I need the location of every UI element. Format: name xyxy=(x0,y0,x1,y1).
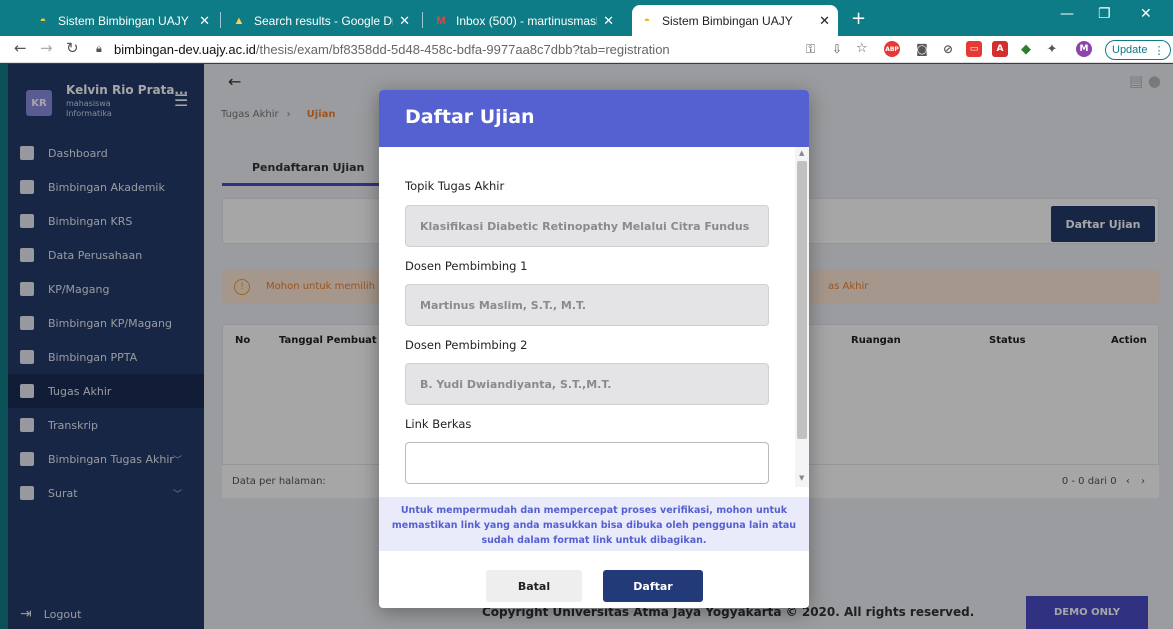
url-host: bimbingan-dev.uajy.ac.id xyxy=(114,42,256,57)
link-berkas-input[interactable] xyxy=(405,442,769,484)
topic-field: Klasifikasi Diabetic Retinopathy Melalui… xyxy=(405,205,769,247)
advisor1-label: Dosen Pembimbing 1 xyxy=(405,259,528,273)
tab-title: Inbox (500) - martinusmaslim122 xyxy=(456,13,598,28)
tab-title: Search results - Google Drive xyxy=(254,13,393,28)
topic-label: Topik Tugas Akhir xyxy=(405,179,505,193)
camera-icon[interactable]: ◙ xyxy=(914,41,930,57)
url-path: /thesis/exam/bf8358dd-5d48-458c-bdfa-997… xyxy=(255,42,670,57)
scrollbar-thumb[interactable] xyxy=(797,161,807,439)
close-window-button[interactable]: ✕ xyxy=(1140,6,1152,22)
block-icon[interactable]: ⊘ xyxy=(940,41,956,57)
new-tab-button[interactable]: + xyxy=(851,8,866,29)
profile-avatar[interactable]: M xyxy=(1076,41,1092,57)
browser-tab-bar: ◓ Sistem Bimbingan UAJY ✕ ▲ Search resul… xyxy=(0,0,1173,36)
link-label: Link Berkas xyxy=(405,417,472,431)
advisor2-field: B. Yudi Dwiandiyanta, S.T.,M.T. xyxy=(405,363,769,405)
advisor1-field: Martinus Maslim, S.T., M.T. xyxy=(405,284,769,326)
browser-tab[interactable]: ▲ Search results - Google Drive ✕ xyxy=(224,5,418,36)
lock-icon[interactable]: 🔒︎ xyxy=(96,42,102,56)
minimize-button[interactable]: — xyxy=(1060,6,1074,22)
modal-scrollbar[interactable]: ▲ ▼ xyxy=(795,147,809,487)
restore-button[interactable]: ❐ xyxy=(1098,6,1111,22)
browser-tab-active[interactable]: ◓ Sistem Bimbingan UAJY ✕ xyxy=(632,5,838,36)
address-bar[interactable]: bimbingan-dev.uajy.ac.id/thesis/exam/bf8… xyxy=(114,42,670,57)
advisor2-label: Dosen Pembimbing 2 xyxy=(405,338,528,352)
pdf-icon[interactable]: A xyxy=(992,41,1008,57)
key-icon[interactable]: ⚿ xyxy=(806,42,815,57)
star-icon[interactable]: ☆ xyxy=(856,41,868,56)
modal-title: Daftar Ujian xyxy=(405,106,535,128)
gmail-icon: M xyxy=(436,14,446,27)
tab-title: Sistem Bimbingan UAJY xyxy=(58,13,189,28)
extension-icon[interactable]: ◆ xyxy=(1018,41,1034,57)
close-tab-icon[interactable]: ✕ xyxy=(199,13,210,29)
submit-button[interactable]: Daftar xyxy=(603,570,703,602)
install-icon[interactable]: ⇩ xyxy=(832,42,842,56)
menu-dots-icon: ⋮ xyxy=(1153,44,1165,57)
back-arrow-icon[interactable]: ← xyxy=(14,39,27,57)
browser-tab[interactable]: M Inbox (500) - martinusmaslim122 ✕ xyxy=(426,5,622,36)
puzzle-icon[interactable]: ✦ xyxy=(1044,41,1060,57)
screen-icon[interactable]: ▭ xyxy=(966,41,982,57)
modal-body: Topik Tugas Akhir Klasifikasi Diabetic R… xyxy=(379,147,795,487)
close-tab-icon[interactable]: ✕ xyxy=(819,13,830,29)
site-favicon-icon: ◓ xyxy=(39,14,47,27)
update-button[interactable]: Update ⋮ xyxy=(1105,40,1172,60)
google-drive-icon: ▲ xyxy=(233,14,245,27)
close-tab-icon[interactable]: ✕ xyxy=(399,13,410,29)
daftar-ujian-modal: Daftar Ujian Topik Tugas Akhir Klasifika… xyxy=(379,90,809,608)
close-tab-icon[interactable]: ✕ xyxy=(603,13,614,29)
link-hint: Untuk mempermudah dan mempercepat proses… xyxy=(379,497,809,551)
forward-arrow-icon[interactable]: → xyxy=(40,39,53,57)
browser-toolbar: ← → ↻ 🔒︎ bimbingan-dev.uajy.ac.id/thesis… xyxy=(0,36,1173,63)
adblock-icon[interactable]: ABP xyxy=(884,41,900,57)
modal-header: Daftar Ujian xyxy=(379,90,809,147)
update-label: Update xyxy=(1112,44,1148,56)
site-favicon-icon: ◓ xyxy=(643,14,651,27)
reload-icon[interactable]: ↻ xyxy=(66,39,79,57)
scroll-down-icon[interactable]: ▼ xyxy=(799,474,804,482)
browser-tab[interactable]: ◓ Sistem Bimbingan UAJY ✕ xyxy=(28,5,218,36)
scroll-up-icon[interactable]: ▲ xyxy=(799,149,804,157)
cancel-button[interactable]: Batal xyxy=(486,570,582,602)
tab-title: Sistem Bimbingan UAJY xyxy=(662,13,793,28)
